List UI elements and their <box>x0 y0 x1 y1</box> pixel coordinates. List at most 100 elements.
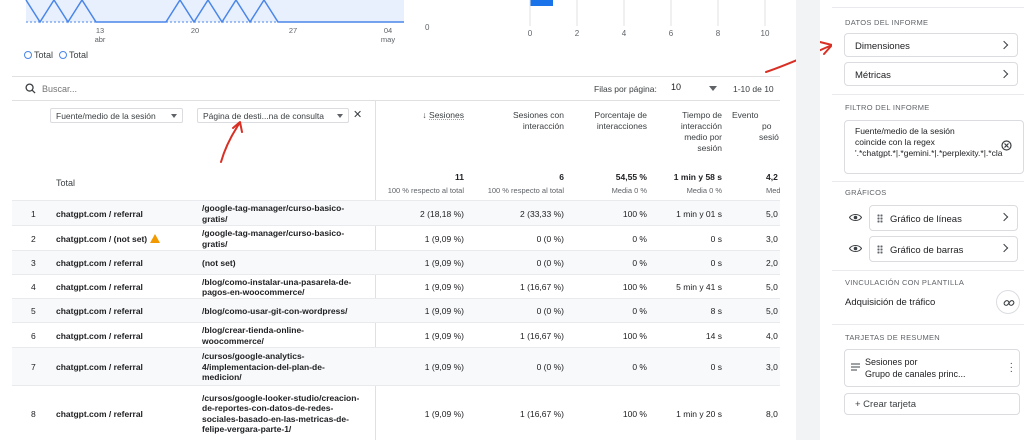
col-sesiones[interactable]: ↓ Sesiones <box>384 110 464 121</box>
col-label: medio por <box>684 132 722 142</box>
x-tick-label: 0 <box>528 29 533 38</box>
landing-page-line: medicion/ <box>202 372 242 383</box>
rows-per-page-select[interactable]: 10 <box>671 82 719 96</box>
x-tick-label: 04 <box>384 26 392 35</box>
linked-template-name: Adquisición de tráfico <box>845 297 936 308</box>
col-label: Evento <box>732 110 759 120</box>
card-line: Grupo de canales princ... <box>865 369 966 379</box>
grafico-barras-button[interactable]: Gráfico de barras <box>869 236 1018 262</box>
caret-down-icon <box>709 86 717 91</box>
col-porcentaje-interacciones[interactable]: Porcentaje de interacciones <box>572 110 647 132</box>
more-vert-icon[interactable]: · · · <box>1010 359 1013 377</box>
card-line: Sesiones por <box>865 357 918 367</box>
metric-cell: 100 % <box>622 330 647 341</box>
drag-handle-icon[interactable] <box>877 214 883 223</box>
row-index: 2 <box>31 233 36 244</box>
x-tick-label: 2 <box>575 29 580 38</box>
col-tiempo-interaccion[interactable]: Tiempo de interacción medio por sesión <box>652 110 722 154</box>
metric-cell: 14 s <box>705 330 722 341</box>
x-tick-label: abr <box>95 35 106 44</box>
pagination-range: 1-10 de 10 <box>733 84 774 94</box>
total-subtext: Media 0 % <box>686 186 722 195</box>
drag-handle-icon[interactable] <box>877 245 883 254</box>
metric-cell: 2 (33,33 %) <box>520 208 564 219</box>
divider <box>832 270 1024 271</box>
report-filter-chip[interactable]: Fuente/medio de la sesión coincide con l… <box>844 120 1024 174</box>
metric-cell: 8,0 <box>766 408 778 419</box>
col-label: Porcentaje de <box>594 110 647 120</box>
source-medium-cell: chatgpt.com / (not set) <box>56 233 161 244</box>
filter-line: Fuente/medio de la sesión <box>855 126 955 136</box>
page-scrollbar[interactable] <box>796 0 820 440</box>
legend-label: Total <box>34 50 54 60</box>
search-icon[interactable] <box>25 83 36 94</box>
metric-cell: 1 (9,09 %) <box>424 282 464 292</box>
metric-cell: 2 (18,18 %) <box>420 208 464 219</box>
search-input[interactable] <box>42 81 242 97</box>
source-medium-cell: chatgpt.com / referral <box>56 209 143 219</box>
rows-per-page-label: Filas por página: <box>594 84 657 94</box>
landing-page-line: gratis/ <box>202 238 228 249</box>
summary-card[interactable]: Sesiones por Grupo de canales princ... ·… <box>844 349 1020 387</box>
table-row[interactable]: 7 chatgpt.com / referral/cursos/google-an… <box>12 347 780 385</box>
metric-cell: 3,0 <box>766 233 778 244</box>
warning-icon[interactable] <box>150 233 161 243</box>
grafico-lineas-button[interactable]: Gráfico de líneas <box>869 205 1018 231</box>
x-tick-label: 6 <box>669 29 674 38</box>
legend-label: Total <box>69 50 89 60</box>
dimensiones-button[interactable]: Dimensiones <box>844 33 1018 57</box>
metric-cell: 0 (0 %) <box>536 306 564 316</box>
metric-cell: 0 % <box>632 362 647 372</box>
line-chart: 13abr 20 27 04may 0 <box>25 0 430 44</box>
primary-dimension-select[interactable]: Fuente/medio de la sesión <box>50 108 183 123</box>
total-value: 11 <box>455 172 464 182</box>
unlink-template-button[interactable] <box>996 290 1020 314</box>
metric-cell: 0 % <box>632 306 647 316</box>
bar-chart: 0 2 4 6 8 10 <box>528 0 770 38</box>
metric-cell: 0 % <box>632 233 647 244</box>
dimensiones-label: Dimensiones <box>855 41 910 52</box>
metric-cell: 0 s <box>710 233 722 244</box>
col-label: interacciones <box>596 121 647 131</box>
grafico-lineas-row[interactable]: Gráfico de líneas <box>832 205 1024 231</box>
col-eventos[interactable]: Evento po sesió <box>732 110 780 143</box>
legend-dot-icon <box>24 51 32 59</box>
landing-page-line: 4/implementacion-del-plan-de- <box>202 361 325 372</box>
metric-cell: 1 (9,09 %) <box>424 306 464 316</box>
table-row[interactable]: 1 chatgpt.com / referral/google-tag-manag… <box>12 200 780 225</box>
source-medium-text: chatgpt.com / referral <box>56 306 143 316</box>
source-medium-cell: chatgpt.com / referral <box>56 409 143 419</box>
remove-dimension-icon[interactable]: ✕ <box>353 110 362 121</box>
crear-tarjeta-button[interactable]: + Crear tarjeta <box>844 393 1020 415</box>
row-index: 8 <box>31 408 36 419</box>
col-sesiones-interaccion[interactable]: Sesiones con interacción <box>484 110 564 132</box>
landing-page-cell: /cursos/google-looker-studio/creacion-de… <box>202 393 372 435</box>
chevron-right-icon <box>999 69 1009 79</box>
filter-line: coincide con la regex <box>855 137 935 147</box>
table-row[interactable]: 3 chatgpt.com / referral (not set) 1 (9,09 … <box>12 250 780 274</box>
table-row[interactable]: 2 chatgpt.com / (not set) /google-tag-mana… <box>12 225 780 250</box>
eye-icon[interactable] <box>849 244 862 253</box>
chevron-right-icon <box>999 40 1009 50</box>
chevron-right-icon <box>999 243 1009 253</box>
legend-item-total-1[interactable]: Total <box>24 50 53 60</box>
rows-per-page-value: 10 <box>671 82 682 92</box>
table-row[interactable]: 8 chatgpt.com / referral/cursos/google-lo… <box>12 385 780 440</box>
row-index: 7 <box>31 362 36 372</box>
table-row[interactable]: 6 chatgpt.com / referral/blog/crear-tiend… <box>12 322 780 347</box>
divider <box>832 94 1024 95</box>
landing-page-line: sociales-basado-en-las-metricas-de- <box>202 413 349 424</box>
table-row[interactable]: 4 chatgpt.com / referral/blog/como-instal… <box>12 274 780 298</box>
total-subtext: 100 % respecto al total <box>387 186 464 195</box>
landing-page-line: /cursos/google-analytics- <box>202 351 305 362</box>
metric-cell: 100 % <box>622 408 647 419</box>
eye-icon[interactable] <box>849 213 862 222</box>
metricas-button[interactable]: Métricas <box>844 62 1018 86</box>
legend-item-total-2[interactable]: Total <box>59 50 88 60</box>
table-row[interactable]: 5 chatgpt.com / referral/blog/como-usar-g… <box>12 298 780 322</box>
grafico-barras-row[interactable]: Gráfico de barras <box>832 236 1024 262</box>
x-tick-label: 8 <box>716 29 721 38</box>
metric-cell: 5 min y 41 s <box>676 282 722 292</box>
clear-filter-icon[interactable] <box>1001 140 1012 151</box>
legend-dot-icon <box>59 51 68 59</box>
